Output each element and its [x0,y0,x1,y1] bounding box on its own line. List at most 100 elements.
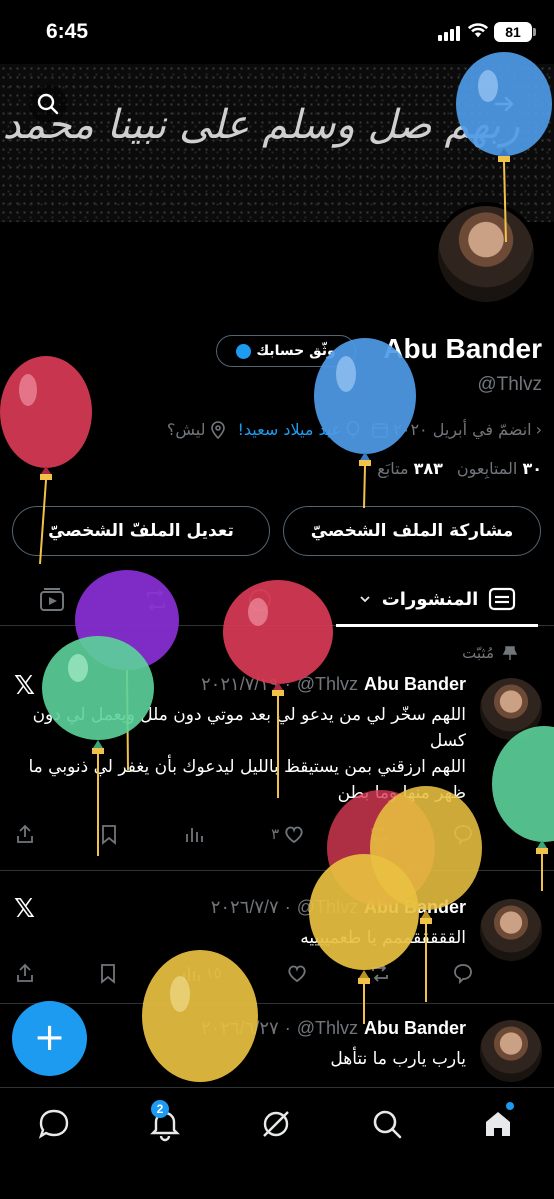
chevron-down-icon [360,596,370,603]
location: ليش؟ [167,420,228,439]
repost-button[interactable] [369,959,391,987]
tweet-text: اللهم سخّر لي من يدعو لي بعد موتي دون مل… [28,705,466,803]
repost-icon[interactable] [142,586,170,614]
status-time: 6:45 [46,20,89,43]
tweet-header: Abu Bander @Thlvz · ٢٠٢٦/٦/٢٧ [201,1018,466,1039]
views-button[interactable]: ١٥ [180,959,222,987]
spaces-icon[interactable] [246,586,274,614]
edit-profile-button[interactable]: تعديل الملفّ الشخصيّ [12,506,270,556]
home-tab[interactable] [480,1102,516,1142]
share-icon [17,824,33,843]
tweet-actions: ٣ [14,820,474,848]
birthday[interactable]: عيد ميلاد سعيد! [237,420,361,439]
bottom-nav: 2 [0,1087,554,1199]
reply-icon [454,825,472,845]
calendar-icon [372,422,389,438]
tweet-author-name: Abu Bander [363,897,466,917]
location-text: ليش؟ [166,420,206,439]
reply-button[interactable] [452,959,474,987]
views-count: ١٥ [205,964,222,982]
tweet-date: ٢٠٢١/٧/١٩ [201,674,279,694]
like-button[interactable] [282,959,308,987]
tweet-author-name: Abu Bander [363,674,466,694]
profile-avatar[interactable] [434,202,538,306]
signal-icon [438,26,460,41]
follow-stats: ٣٨٣ متابَع ٣٠ المتابِعون [377,459,542,478]
x-logo-icon: 𝕏 [14,671,35,701]
following-stat[interactable]: ٣٨٣ متابَع [377,459,443,478]
home-icon [486,1112,510,1136]
x-logo-icon: 𝕏 [14,894,35,924]
verified-badge-icon [236,343,252,359]
notifications-tab[interactable]: 2 [147,1100,183,1142]
balloon-icon [346,420,360,438]
tweet-author-handle: @Thlvz [296,897,358,917]
views-button[interactable] [183,820,209,848]
following-label: متابَع [377,459,409,478]
tweet-author-name: Abu Bander [363,1018,466,1038]
profile-meta: ليش؟ عيد ميلاد سعيد! ‹ انضمّ في أبريل ٢٠… [167,420,542,439]
arrow-icon[interactable] [484,84,524,124]
views-icon [182,967,200,981]
grok-icon[interactable] [258,1106,294,1142]
bookmark-icon [102,825,117,845]
tweet-separator: · [284,674,291,694]
tweet[interactable]: Abu Bander @Thlvz · ٢٠٢٦/٧/٧ 𝕏 القققققمم… [0,871,554,1004]
tweet-avatar[interactable] [480,1020,542,1082]
joined-text: انضمّ في أبريل ٢٠٢٠ [393,420,532,439]
share-profile-button[interactable]: مشاركة الملف الشخصيّ [283,506,541,556]
tweet-separator: · [284,1018,291,1038]
share-button[interactable] [14,959,36,987]
tweet-header: Abu Bander @Thlvz · ٢٠٢٦/٧/٧ [211,897,466,918]
tab-posts-label: المنشورات [381,588,479,610]
compose-button[interactable]: + [12,1001,87,1076]
repost-icon [372,964,389,982]
verify-account-button[interactable]: وثّق حسابك [216,335,356,367]
views-icon [185,828,203,842]
followers-stat[interactable]: ٣٠ المتابِعون [457,459,542,478]
tab-posts[interactable]: المنشورات [336,572,538,627]
status-bar: 6:45 81 [0,0,554,64]
search-icon[interactable] [28,84,68,124]
tweet-separator: · [284,897,291,917]
profile-banner[interactable]: ربهم صل وسلم على نبينا محمد [0,64,554,222]
share-button[interactable] [14,820,36,848]
media-icon[interactable] [38,586,66,614]
heart-icon [285,826,303,844]
verify-label: وثّق حسابك [256,343,336,359]
notifications-badge: 2 [151,1100,169,1118]
search-nav-icon[interactable] [369,1106,405,1142]
home-new-indicator [506,1102,514,1110]
tweet-text: يارب يارب ما نتأهل [330,1049,466,1069]
birthday-text: عيد ميلاد سعيد! [237,420,342,439]
followers-label: المتابِعون [456,459,518,478]
display-name: Abu Bander [383,333,542,364]
tweet-text: القققققممم يا طعمييييه [300,928,466,948]
tweet-date: ٢٠٢٦/٦/٢٧ [201,1018,279,1038]
messages-icon[interactable] [36,1106,72,1142]
like-button[interactable]: ٣ [271,820,305,848]
tweet-avatar[interactable] [480,899,542,961]
tweet-date: ٢٠٢٦/٧/٧ [210,897,279,917]
bookmark-button[interactable] [98,820,120,848]
banner-text: ربهم صل وسلم على نبينا محمد [2,102,520,148]
chevron-icon: ‹ [535,420,542,439]
reply-button[interactable] [452,820,474,848]
location-icon [211,420,226,439]
bookmark-button[interactable] [97,959,119,987]
reply-icon [454,964,472,984]
following-count: ٣٨٣ [413,459,443,478]
battery-indicator: 81 [494,22,536,42]
share-icon [17,963,33,982]
tweet-avatar[interactable] [480,678,542,740]
followers-count: ٣٠ [522,459,542,478]
heart-icon [288,965,307,983]
bookmark-icon [100,964,115,984]
like-count: ٣ [271,825,280,843]
tweet[interactable]: Abu Bander @Thlvz · ٢٠٢١/٧/١٩ 𝕏 اللهم سخ… [0,626,554,871]
repost-icon [370,825,387,843]
tweet-author-handle: @Thlvz [296,674,358,694]
profile-tabs: المنشورات [0,572,554,627]
tweet-author-handle: @Thlvz [296,1018,358,1038]
repost-button[interactable] [368,820,390,848]
